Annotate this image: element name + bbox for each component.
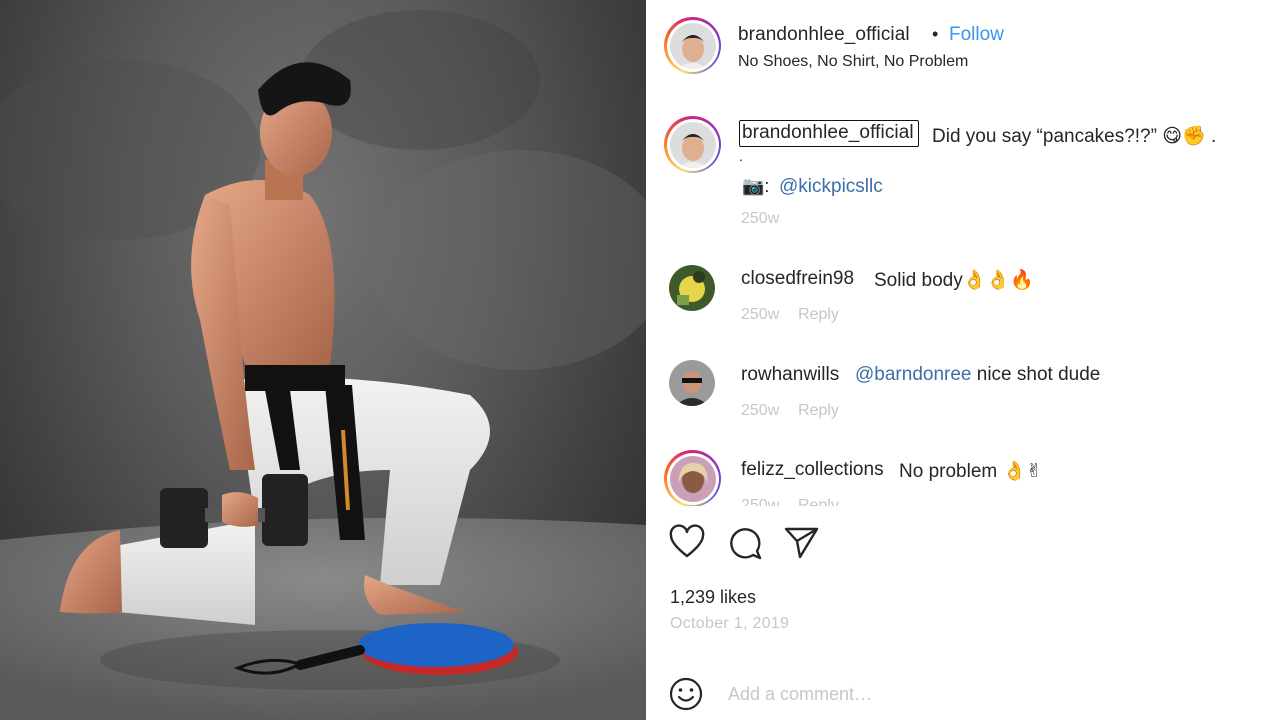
comment-avatar[interactable] (669, 360, 715, 406)
reply-button[interactable]: Reply (798, 497, 839, 506)
caption-username[interactable]: brandonhlee_official (739, 120, 919, 147)
comment-text: nice shot dude (971, 364, 1101, 385)
caption-text: Did you say “pancakes?!?” 😋✊ . (932, 126, 1217, 147)
reply-button[interactable]: Reply (798, 306, 839, 324)
post-photo-illustration (0, 10, 646, 720)
comment-avatar[interactable] (664, 450, 721, 506)
comment-timestamp[interactable]: 250w (741, 497, 779, 506)
comment-username[interactable]: felizz_collections (741, 459, 884, 481)
smiley-icon[interactable] (668, 676, 704, 712)
header-avatar[interactable] (664, 17, 721, 74)
location-label[interactable]: No Shoes, No Shirt, No Problem (738, 53, 968, 71)
post-photo[interactable] (0, 0, 646, 720)
heart-icon[interactable] (668, 524, 706, 562)
reply-button[interactable]: Reply (798, 402, 839, 420)
add-comment-row (646, 662, 1280, 720)
caption-avatar[interactable] (664, 116, 721, 173)
comment-username[interactable]: rowhanwills (741, 364, 839, 386)
comments-scroll-clip[interactable]: felizz_collections No problem 👌✌ 250w Re… (646, 430, 1280, 506)
photo-credit-mention[interactable]: @kickpicsllc (779, 176, 883, 198)
comment-text: Solid body👌👌🔥 (874, 270, 1034, 291)
comment-input[interactable] (726, 678, 1230, 710)
header-username[interactable]: brandonhlee_official (738, 24, 910, 46)
comment-text-line: @barndonree nice shot dude (855, 364, 1100, 386)
likes-count[interactable]: 1,239 likes (670, 587, 756, 608)
header-separator: • (932, 24, 939, 44)
camera-emoji: 📷: (742, 176, 770, 196)
post-date[interactable]: October 1, 2019 (670, 615, 789, 633)
comment-mention[interactable]: @barndonree (855, 364, 971, 385)
comment-timestamp[interactable]: 250w (741, 306, 779, 324)
comment-text: No problem 👌✌ (899, 461, 1043, 482)
comment-icon[interactable] (726, 524, 764, 562)
comment-timestamp[interactable]: 250w (741, 402, 779, 420)
comment-username[interactable]: closedfrein98 (741, 268, 854, 290)
send-icon[interactable] (783, 524, 821, 562)
caption-timestamp[interactable]: 250w (741, 210, 779, 228)
follow-button[interactable]: Follow (949, 24, 1004, 46)
caption-dot-line: . (739, 148, 743, 164)
post-details-panel: brandonhlee_official • Follow No Shoes, … (646, 0, 1280, 720)
comment-avatar[interactable] (669, 265, 715, 311)
